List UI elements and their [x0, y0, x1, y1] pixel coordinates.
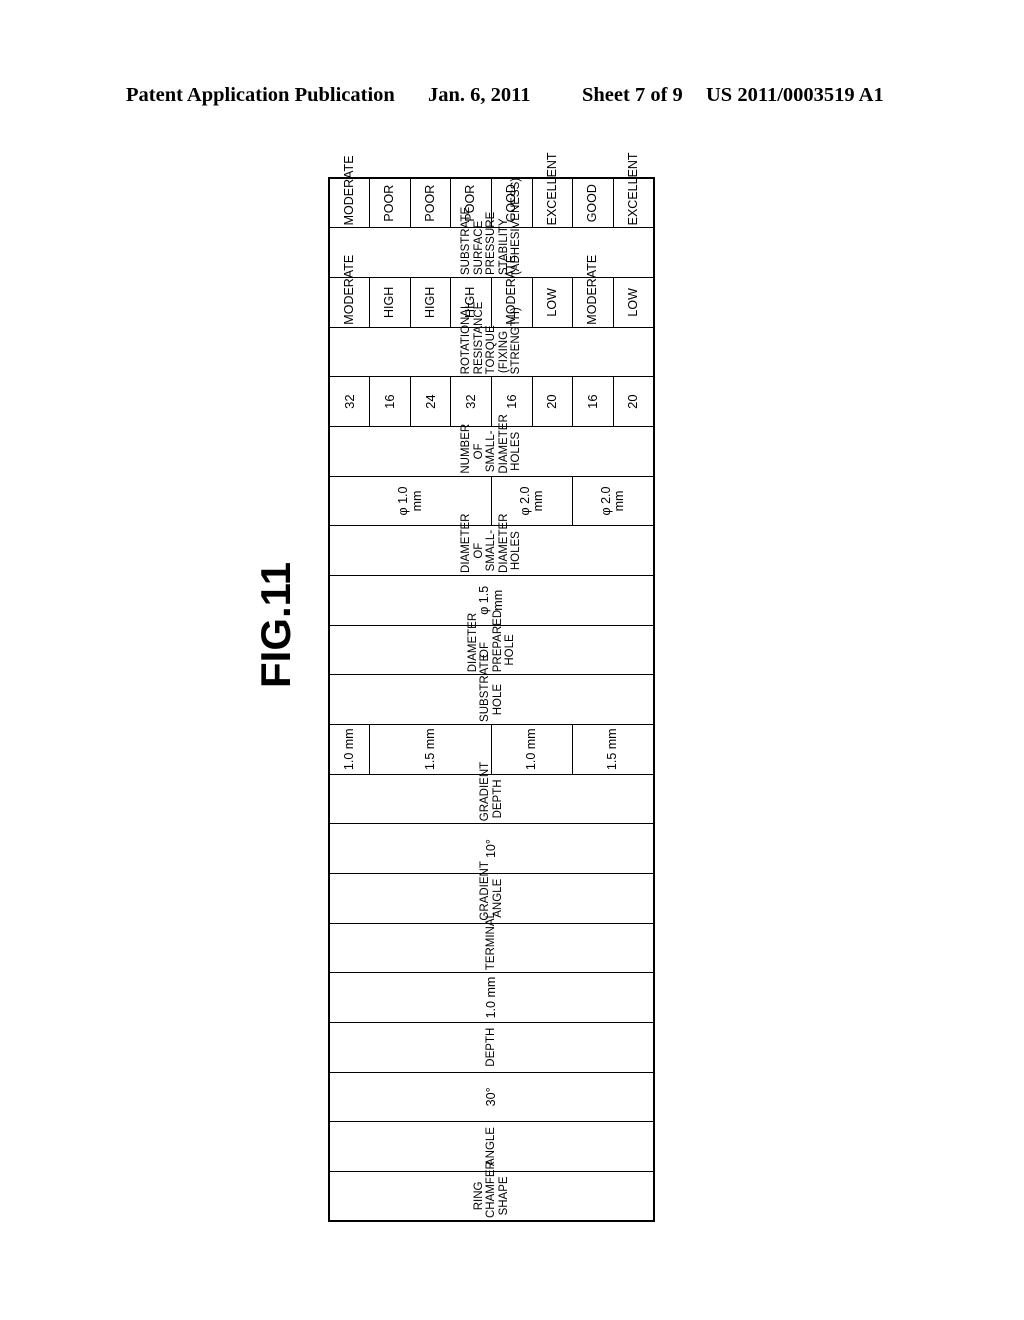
value-number-small-holes: 32 [329, 376, 370, 427]
value-torque: LOW [613, 277, 654, 328]
column-header-depth: DEPTH [329, 1022, 654, 1073]
value-number-small-holes: 16 [369, 376, 411, 427]
group-header-terminal: TERMINAL [329, 912, 654, 973]
value-gradient-depth: 1.0 mm [329, 724, 370, 775]
comparison-table: RING CHAMFER SHAPE ANGLE 30° DEPTH 1.0 m… [328, 152, 655, 1222]
value-torque: MODERATE [329, 255, 370, 328]
column-header-gradient-depth: GRADIENT DEPTH [329, 762, 654, 824]
group-header-ring-chamfer-shape: RING CHAMFER SHAPE [329, 1161, 654, 1221]
value-stability: EXCELLENT [613, 152, 654, 228]
value-torque: HIGH [410, 277, 451, 328]
value-number-small-holes: 20 [532, 376, 573, 427]
value-torque: MODERATE [491, 255, 533, 328]
publication-label: Patent Application Publication [126, 84, 395, 106]
patent-number: US 2011/0003519 A1 [706, 84, 884, 106]
sheet-number: Sheet 7 of 9 [582, 84, 683, 106]
column-header-substrate-surface-pressure-stability: SUBSTRATE SURFACE PRESSURE STABILITY (AD… [329, 178, 654, 278]
value-angle: 30° [329, 1072, 654, 1122]
value-stability: GOOD [572, 178, 614, 228]
patent-page-header: Patent Application Publication Jan. 6, 2… [0, 84, 1024, 114]
table-row: RING CHAMFER SHAPE ANGLE 30° DEPTH 1.0 m… [329, 155, 654, 1221]
value-stability: EXCELLENT [532, 152, 573, 228]
column-header-diameter-small-holes: DIAMETER OF SMALL-DIAMETER HOLES [329, 514, 654, 576]
value-torque: HIGH [369, 277, 411, 328]
column-header-number-small-holes: NUMBER OF SMALL-DIAMETER HOLES [329, 414, 654, 477]
value-stability: POOR [369, 178, 411, 228]
value-gradient-depth: 1.5 mm [369, 724, 492, 775]
figure-label: FIG.11 [252, 561, 299, 688]
value-stability: MODERATE [329, 155, 370, 228]
column-header-gradient-angle: GRADIENT ANGLE [329, 861, 654, 924]
value-stability: POOR [410, 178, 451, 228]
column-header-angle: ANGLE [329, 1121, 654, 1172]
column-header-diameter-prepared-hole: DIAMETER OF PREPARED HOLE [329, 610, 654, 675]
value-number-small-holes: 16 [572, 376, 614, 427]
publication-date: Jan. 6, 2011 [428, 84, 531, 106]
value-gradient-depth: 1.0 mm [491, 724, 573, 775]
value-gradient-depth: 1.5 mm [572, 724, 654, 775]
value-depth: 1.0 mm [329, 972, 654, 1023]
value-diameter-small-holes: φ 2.0 mm [572, 476, 654, 526]
value-number-small-holes: 32 [450, 376, 492, 427]
value-number-small-holes: 24 [410, 376, 451, 427]
value-number-small-holes: 20 [613, 376, 654, 427]
value-gradient-angle: 10° [329, 823, 654, 874]
column-header-rotational-resistance-torque: ROTATIONAL RESISTANCE TORQUE (FIXING STR… [329, 302, 654, 377]
value-torque: LOW [532, 277, 573, 328]
value-torque: MODERATE [572, 255, 614, 328]
group-header-substrate-hole: SUBSTRATE HOLE [329, 654, 654, 725]
figure-table-container: RING CHAMFER SHAPE ANGLE 30° DEPTH 1.0 m… [328, 152, 655, 1222]
